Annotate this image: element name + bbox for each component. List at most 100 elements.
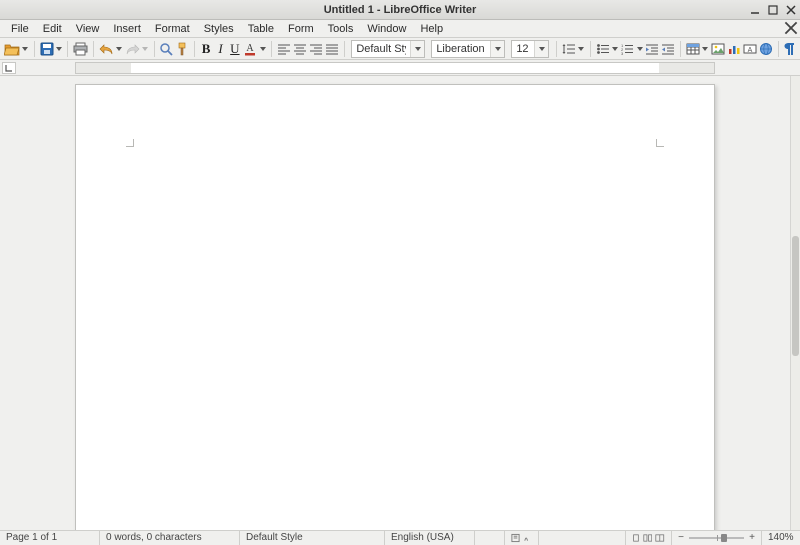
line-spacing-button[interactable] [562, 40, 576, 58]
numbered-list-dropdown[interactable] [636, 40, 643, 58]
save-button[interactable] [40, 40, 54, 58]
status-wordcount[interactable]: 0 words, 0 characters [100, 531, 240, 545]
separator [271, 41, 272, 57]
menu-window[interactable]: Window [360, 22, 413, 36]
undo-dropdown[interactable] [116, 40, 123, 58]
paragraph-style-combo[interactable] [351, 40, 425, 58]
menu-edit[interactable]: Edit [36, 22, 69, 36]
status-style[interactable]: Default Style [240, 531, 385, 545]
font-name-combo[interactable] [431, 40, 505, 58]
print-button[interactable] [73, 40, 88, 58]
document-workspace [0, 76, 790, 530]
align-left-button[interactable] [277, 40, 291, 58]
paragraph-style-dropdown[interactable] [410, 41, 424, 57]
minimize-button[interactable] [748, 3, 762, 17]
formatting-marks-button[interactable] [784, 40, 796, 58]
scrollbar-thumb[interactable] [792, 236, 799, 356]
svg-text:A: A [246, 43, 254, 54]
align-center-button[interactable] [293, 40, 307, 58]
menu-view[interactable]: View [69, 22, 107, 36]
menu-help[interactable]: Help [413, 22, 450, 36]
menu-styles[interactable]: Styles [197, 22, 241, 36]
insert-hyperlink-button[interactable] [759, 40, 773, 58]
separator [34, 41, 35, 57]
font-size-dropdown[interactable] [534, 41, 548, 57]
document-page[interactable] [75, 84, 715, 530]
font-color-button[interactable]: A [243, 40, 257, 58]
window-title: Untitled 1 - LibreOffice Writer [0, 4, 800, 16]
insert-image-button[interactable] [711, 40, 725, 58]
separator [778, 41, 779, 57]
insert-textbox-button[interactable]: A [743, 40, 757, 58]
margin-corner-tr [656, 139, 664, 147]
window-controls [748, 0, 798, 20]
status-insert-mode[interactable] [475, 531, 505, 545]
bullet-list-button[interactable] [596, 40, 610, 58]
status-page[interactable]: Page 1 of 1 [0, 531, 100, 545]
status-spacer [539, 531, 626, 545]
margin-corner-tl [126, 139, 134, 147]
ruler-row [0, 60, 800, 76]
font-size-input[interactable] [512, 41, 534, 57]
zoom-track[interactable] [689, 537, 744, 539]
find-replace-button[interactable] [159, 40, 173, 58]
menu-table[interactable]: Table [241, 22, 281, 36]
font-color-dropdown[interactable] [259, 40, 266, 58]
align-right-button[interactable] [309, 40, 323, 58]
tab-stop-well[interactable] [2, 62, 16, 74]
book-view-icon[interactable] [655, 533, 665, 543]
bold-button[interactable]: B [200, 40, 212, 58]
redo-dropdown[interactable] [142, 40, 149, 58]
bullet-list-dropdown[interactable] [612, 40, 619, 58]
zoom-handle[interactable] [721, 534, 727, 542]
separator [67, 41, 68, 57]
line-spacing-dropdown[interactable] [578, 40, 585, 58]
decrease-indent-button[interactable] [661, 40, 675, 58]
font-name-dropdown[interactable] [490, 41, 504, 57]
italic-button[interactable]: I [214, 40, 226, 58]
menu-file[interactable]: File [4, 22, 36, 36]
menu-tools[interactable]: Tools [321, 22, 361, 36]
font-name-input[interactable] [432, 41, 490, 57]
horizontal-ruler[interactable] [75, 62, 715, 74]
vertical-scrollbar[interactable] [790, 76, 800, 530]
menu-bar: File Edit View Insert Format Styles Tabl… [0, 20, 800, 38]
status-selection-mode[interactable] [505, 531, 539, 545]
undo-button[interactable] [99, 40, 114, 58]
align-justify-button[interactable] [325, 40, 339, 58]
zoom-slider[interactable]: − + [672, 531, 762, 545]
single-page-view-icon[interactable] [632, 533, 640, 543]
ruler-right-margin [659, 63, 714, 73]
insert-table-dropdown[interactable] [702, 40, 709, 58]
separator [590, 41, 591, 57]
menu-format[interactable]: Format [148, 22, 197, 36]
separator [194, 41, 195, 57]
open-dropdown[interactable] [22, 40, 29, 58]
open-button[interactable] [4, 40, 20, 58]
clone-formatting-button[interactable] [175, 40, 189, 58]
maximize-button[interactable] [766, 3, 780, 17]
menu-insert[interactable]: Insert [106, 22, 148, 36]
font-size-combo[interactable] [511, 40, 549, 58]
separator [344, 41, 345, 57]
signature-icon [523, 533, 532, 543]
status-language[interactable]: English (USA) [385, 531, 475, 545]
zoom-in-button[interactable]: + [747, 532, 757, 543]
svg-text:3: 3 [621, 51, 624, 55]
separator [680, 41, 681, 57]
insert-chart-button[interactable] [727, 40, 741, 58]
insert-table-button[interactable] [686, 40, 700, 58]
underline-button[interactable]: U [229, 40, 241, 58]
increase-indent-button[interactable] [645, 40, 659, 58]
redo-button[interactable] [125, 40, 140, 58]
close-window-button[interactable] [784, 3, 798, 17]
numbered-list-button[interactable]: 123 [620, 40, 634, 58]
close-document-button[interactable] [784, 21, 798, 35]
multi-page-view-icon[interactable] [643, 533, 653, 543]
status-zoom-value[interactable]: 140% [762, 531, 800, 545]
save-dropdown[interactable] [56, 40, 63, 58]
separator [556, 41, 557, 57]
menu-form[interactable]: Form [281, 22, 321, 36]
paragraph-style-input[interactable] [352, 41, 410, 57]
zoom-out-button[interactable]: − [676, 532, 686, 543]
